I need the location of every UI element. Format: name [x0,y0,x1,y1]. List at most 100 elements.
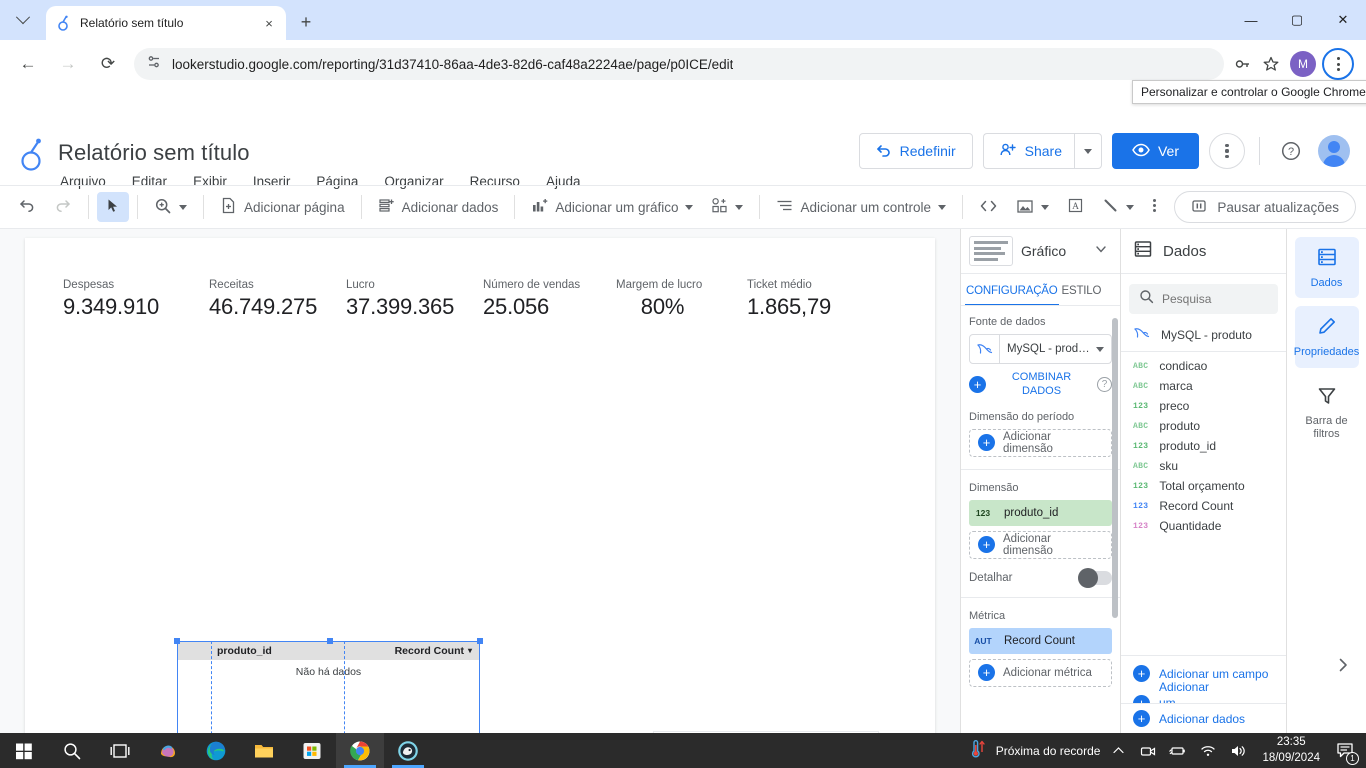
field-item-sku[interactable]: ABC sku [1121,456,1286,476]
copilot-icon[interactable] [144,733,192,768]
share-dropdown-button[interactable] [1073,133,1102,169]
field-item-produto[interactable]: ABC produto [1121,416,1286,436]
insert-text-button[interactable]: A [1059,192,1092,222]
zoom-tool-button[interactable] [146,192,195,222]
config-panel-scrollbar[interactable] [1112,318,1118,618]
reload-button[interactable]: ⟳ [92,48,124,80]
rail-item-barra-de-filtros[interactable]: Barra de filtros [1295,376,1359,450]
profile-avatar-button[interactable]: M [1290,51,1316,77]
add-chart-button[interactable]: Adicionar um gráfico [523,192,701,222]
chrome-menu-button[interactable] [1322,48,1354,80]
scorecard-margem-de-lucro[interactable]: Margem de lucro 80% [616,279,747,320]
reset-button[interactable]: Redefinir [858,133,973,169]
metric-field-chip[interactable]: AUT Record Count [969,627,1112,654]
scorecard-numero-de-vendas[interactable]: Número de vendas 25.056 [483,279,616,320]
site-settings-icon[interactable] [146,54,162,75]
window-close-button[interactable]: ✕ [1320,0,1366,40]
tab-close-icon[interactable]: × [260,14,278,32]
more-options-button[interactable] [1209,133,1245,169]
add-data-button[interactable]: Adicionar dados [370,192,507,222]
scorecard-receitas[interactable]: Receitas 46.749.275 [209,279,346,320]
add-dimension-button[interactable]: + Adicionar dimensão [969,530,1112,559]
browser-tab[interactable]: Relatório sem título × [46,6,286,40]
address-bar[interactable]: lookerstudio.google.com/reporting/31d374… [134,48,1224,80]
chrome-icon[interactable] [336,733,384,768]
back-button[interactable]: ← [12,48,44,80]
add-data-source-button[interactable]: + Adicionar dados [1121,703,1286,733]
wifi-icon[interactable] [1196,733,1220,768]
field-item-condicao[interactable]: ABC condicao [1121,356,1286,376]
insert-image-button[interactable] [1008,192,1057,222]
insert-line-button[interactable] [1094,192,1142,222]
tab-estilo[interactable]: ESTILO [1061,285,1103,306]
data-search-box[interactable] [1129,284,1278,314]
task-view-icon[interactable] [96,733,144,768]
field-item-produto-id[interactable]: 123 produto_id [1121,436,1286,456]
new-tab-button[interactable]: + [292,8,320,36]
help-icon[interactable]: ? [1097,377,1112,393]
windows-start-icon[interactable] [0,733,48,768]
search-input[interactable] [1162,292,1268,306]
dot [1336,67,1340,71]
toolbar-more-button[interactable] [1144,192,1165,222]
password-key-icon[interactable] [1230,51,1256,77]
taskbar-clock[interactable]: 23:35 18/09/2024 [1256,735,1326,766]
table-column-header-record-count[interactable]: Record Count ▾ [312,645,480,657]
report-canvas[interactable]: Despesas 9.349.910 Receitas 46.749.275 L… [25,238,935,733]
rail-item-propriedades[interactable]: Propriedades [1294,306,1359,368]
data-source-item[interactable]: MySQL - produto [1121,322,1286,351]
field-item-total-orcamento[interactable]: 123 Total orçamento [1121,476,1286,496]
table-chart-widget[interactable]: produto_id Record Count ▾ Não há dados [177,641,480,733]
edge-icon[interactable] [192,733,240,768]
pause-updates-button[interactable]: Pausar atualizações [1174,191,1356,223]
field-item-marca[interactable]: ABC marca [1121,376,1286,396]
help-button[interactable]: ? [1274,134,1308,168]
camera-icon[interactable] [1136,733,1160,768]
scorecard-lucro[interactable]: Lucro 37.399.365 [346,279,483,320]
page-title[interactable]: Relatório sem título [58,140,250,166]
tab-configuracao[interactable]: CONFIGURAÇÃO [965,285,1059,306]
file-explorer-icon[interactable] [240,733,288,768]
window-minimize-button[interactable]: — [1228,0,1274,40]
community-viz-button[interactable] [703,192,751,222]
share-button[interactable]: Share [982,133,1074,169]
sort-caret-icon[interactable]: ▾ [468,646,472,655]
add-control-button[interactable]: Adicionar um controle [768,192,954,222]
show-hidden-icons-chevron[interactable] [1106,733,1130,768]
search-icon[interactable] [48,733,96,768]
drill-down-toggle[interactable] [1078,567,1112,588]
redo-button[interactable] [46,192,80,222]
add-date-dimension-button[interactable]: + Adicionar dimensão [969,428,1112,457]
dimension-field-chip[interactable]: 123 produto_id [969,499,1112,526]
undo-button[interactable] [10,192,44,222]
user-avatar[interactable] [1318,135,1350,167]
tab-search-button[interactable] [4,3,42,37]
select-tool-button[interactable] [97,192,129,222]
chevron-down-icon[interactable] [1094,242,1108,261]
add-blend-icon[interactable]: + [969,376,986,394]
bookmark-star-icon[interactable] [1258,51,1284,77]
add-page-button[interactable]: Adicionar página [212,192,353,222]
rail-item-dados[interactable]: Dados [1294,237,1359,299]
scorecard-ticket-medio[interactable]: Ticket médio 1.865,79 [747,279,831,320]
view-button[interactable]: Ver [1111,133,1199,169]
window-maximize-button[interactable]: ▢ [1274,0,1320,40]
forward-button[interactable]: → [52,48,84,80]
field-item-quantidade[interactable]: 123 Quantidade [1121,516,1286,536]
app-icon[interactable] [384,733,432,768]
field-item-preco[interactable]: 123 preco [1121,396,1286,416]
embed-code-button[interactable] [971,192,1006,222]
microsoft-store-icon[interactable] [288,733,336,768]
notification-center-button[interactable]: 1 [1332,733,1359,768]
weather-widget[interactable]: Próxima do recorde [969,739,1100,762]
battery-icon[interactable] [1166,733,1190,768]
chart-type-selector[interactable]: Gráfico [961,229,1120,274]
add-metric-button[interactable]: + Adicionar métrica [969,658,1112,687]
volume-icon[interactable] [1226,733,1250,768]
field-item-record-count[interactable]: 123 Record Count [1121,496,1286,516]
scorecard-despesas[interactable]: Despesas 9.349.910 [63,279,209,320]
data-source-selector[interactable]: MySQL - prod… [969,334,1112,364]
expand-panel-button[interactable] [1330,652,1356,678]
table-column-header-produto-id[interactable]: produto_id [177,645,312,657]
blend-data-link[interactable]: COMBINAR DADOS [992,371,1091,399]
